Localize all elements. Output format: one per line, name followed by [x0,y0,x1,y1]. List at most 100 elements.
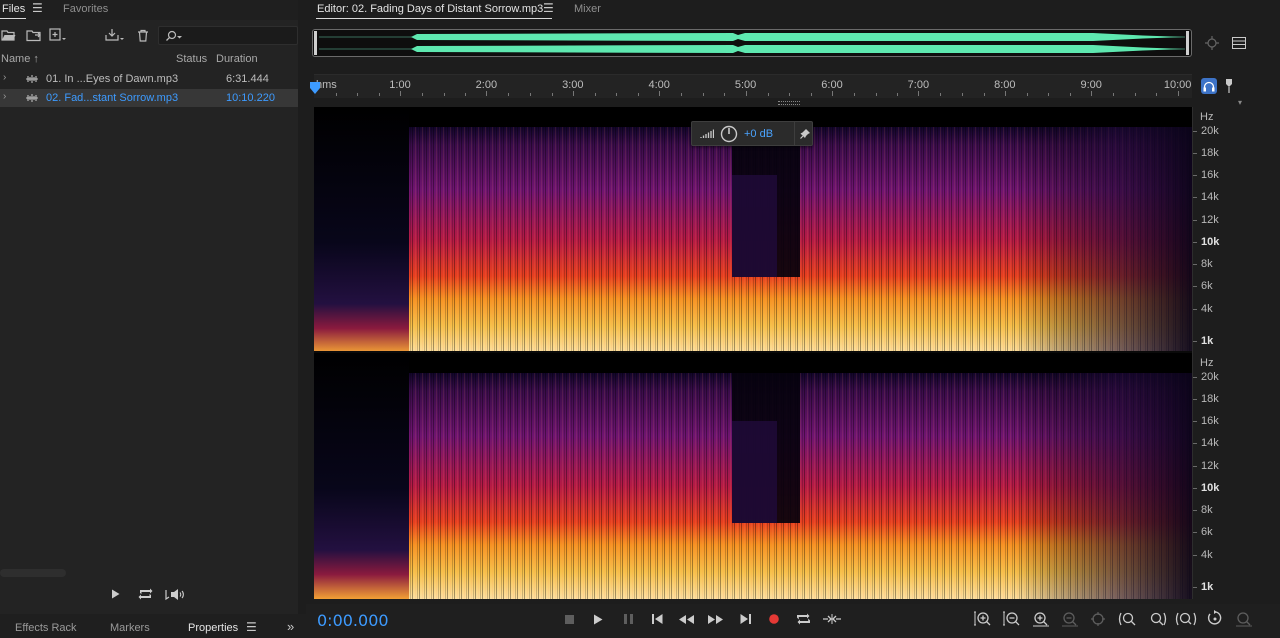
hamburger-menu-icon[interactable]: ☰ [32,1,43,15]
vertical-resize-grip[interactable] [778,101,800,105]
ruler-minor-tick [897,93,899,96]
ruler-minor-tick [335,93,337,96]
zoom-in-amplitude-icon[interactable] [971,608,995,630]
ruler-minor-tick [551,93,553,96]
file-row[interactable]: › 01. In ...Eyes of Dawn.mp3 6:31.444 [0,70,298,88]
expand-chevron-icon[interactable]: › [3,72,6,83]
go-to-start-icon[interactable] [646,608,668,630]
hz-tick [1193,220,1197,221]
frequency-scale-right[interactable]: Hz 20k 18k 16k 14k 12k 10k 8k 6k 4k 1k [1192,353,1280,599]
search-input[interactable] [158,26,298,45]
tab-editor[interactable]: Editor: 02. Fading Days of Distant Sorro… [317,3,543,15]
ruler-tick [659,91,661,96]
editor-panel: Editor: 02. Fading Days of Distant Sorro… [306,0,1280,638]
horizontal-scrollbar[interactable] [0,569,66,577]
hz-label: 12k [1201,460,1219,472]
file-name: 02. Fad...stant Sorrow.mp3 [46,92,179,104]
hz-label: 16k [1201,169,1219,181]
zoom-in-point-icon[interactable] [1116,608,1140,630]
hamburger-menu-icon[interactable]: ☰ [246,620,257,634]
timecode-display[interactable]: 0:00.000 [317,611,389,630]
gain-hud[interactable]: +0 dB [691,121,813,146]
level-meter-icon [700,129,714,138]
stop-icon[interactable] [558,608,580,630]
preview-play-icon[interactable] [105,586,125,602]
fast-forward-icon[interactable] [704,608,726,630]
hamburger-menu-icon[interactable]: ☰ [543,1,554,15]
skip-selection-icon[interactable] [821,608,843,630]
zoom-out-time-icon[interactable] [1058,608,1082,630]
spectrogram-channel-right[interactable] [314,353,1192,599]
hz-label: 10k [1201,236,1220,248]
column-header-duration[interactable]: Duration [216,53,258,65]
hz-label: 1k [1201,581,1214,593]
rewind-icon[interactable] [675,608,697,630]
zoom-tracks-icon[interactable] [1232,608,1256,630]
ruler-minor-tick [530,93,531,96]
ruler-tick-label: 6:00 [821,79,843,91]
tab-mixer[interactable]: Mixer [574,3,601,15]
loop-playback-icon[interactable] [792,608,814,630]
column-header-status[interactable]: Status [176,53,207,65]
tab-effects-rack[interactable]: Effects Rack [15,622,77,634]
tab-properties[interactable]: Properties [188,622,238,634]
save-icon[interactable] [104,26,124,44]
ruler-tick [832,91,833,96]
ruler-minor-tick [875,93,877,96]
headphones-icon[interactable] [1201,78,1217,94]
delete-icon[interactable] [133,26,153,44]
zoom-navigator-icon[interactable] [1202,34,1222,52]
hz-label: 1k [1201,335,1214,347]
file-row-selected[interactable]: › 02. Fad...stant Sorrow.mp3 10:10.220 [0,89,298,107]
open-file-icon[interactable] [0,26,18,44]
play-icon[interactable] [587,608,609,630]
ruler-minor-tick [810,93,812,96]
hz-label: 14k [1201,191,1219,203]
ruler-minor-tick [962,93,963,96]
zoom-full-icon[interactable] [1087,608,1111,630]
audio-file-icon [26,94,38,102]
preview-autoplay-icon[interactable] [165,586,185,602]
frequency-scale-left[interactable]: Hz 20k 18k 16k 14k 12k 10k 8k 6k 4k 1k [1192,107,1280,353]
marker-pin-icon[interactable] [1221,78,1237,94]
ruler-tick [1004,91,1006,96]
ruler-minor-tick [422,93,423,96]
expand-chevron-icon[interactable]: › [3,91,6,102]
zoom-selection-icon[interactable] [1174,608,1198,630]
pause-icon[interactable] [617,608,639,630]
display-options-icon[interactable] [1229,34,1249,52]
zoom-out-amplitude-icon[interactable] [1000,608,1024,630]
waveform-overview[interactable] [312,29,1192,57]
ruler-tick [1091,91,1093,96]
spectral-frequency-display [314,353,1192,599]
tab-markers[interactable]: Markers [110,622,150,634]
column-header-name[interactable]: Name ↑ [1,53,39,65]
tab-files[interactable]: Files [2,3,25,15]
tab-favorites[interactable]: Favorites [63,3,108,15]
record-icon[interactable] [763,608,785,630]
hz-label: 8k [1201,258,1213,270]
hz-label: 20k [1201,125,1219,137]
preview-loop-icon[interactable] [135,586,155,602]
hz-tick [1193,153,1197,154]
scroll-down-icon[interactable]: ▾ [1238,98,1242,107]
zoom-out-point-icon[interactable] [1145,608,1169,630]
gain-knob-icon[interactable] [720,125,738,143]
new-file-icon[interactable] [48,26,68,44]
ruler-minor-tick [1070,93,1071,96]
import-icon[interactable] [24,26,44,44]
zoom-reset-icon[interactable] [1203,608,1227,630]
hz-label: 4k [1201,549,1213,561]
playhead-marker[interactable] [310,82,320,94]
hz-tick [1193,175,1197,176]
expand-panels-icon[interactable]: » [287,619,294,634]
time-ruler[interactable]: hms 1:00 2:00 3:00 4:00 5:00 6:00 7:00 8:00 9:00… [314,74,1192,98]
pin-icon[interactable] [794,122,814,145]
ruler-tick-label: 2:00 [475,79,498,91]
hz-label: 18k [1201,393,1219,405]
go-to-end-icon[interactable] [734,608,756,630]
ruler-tick-label: 8:00 [994,79,1016,91]
zoom-in-time-icon[interactable] [1029,608,1053,630]
hz-tick [1193,532,1197,533]
gain-value[interactable]: +0 dB [744,128,773,140]
